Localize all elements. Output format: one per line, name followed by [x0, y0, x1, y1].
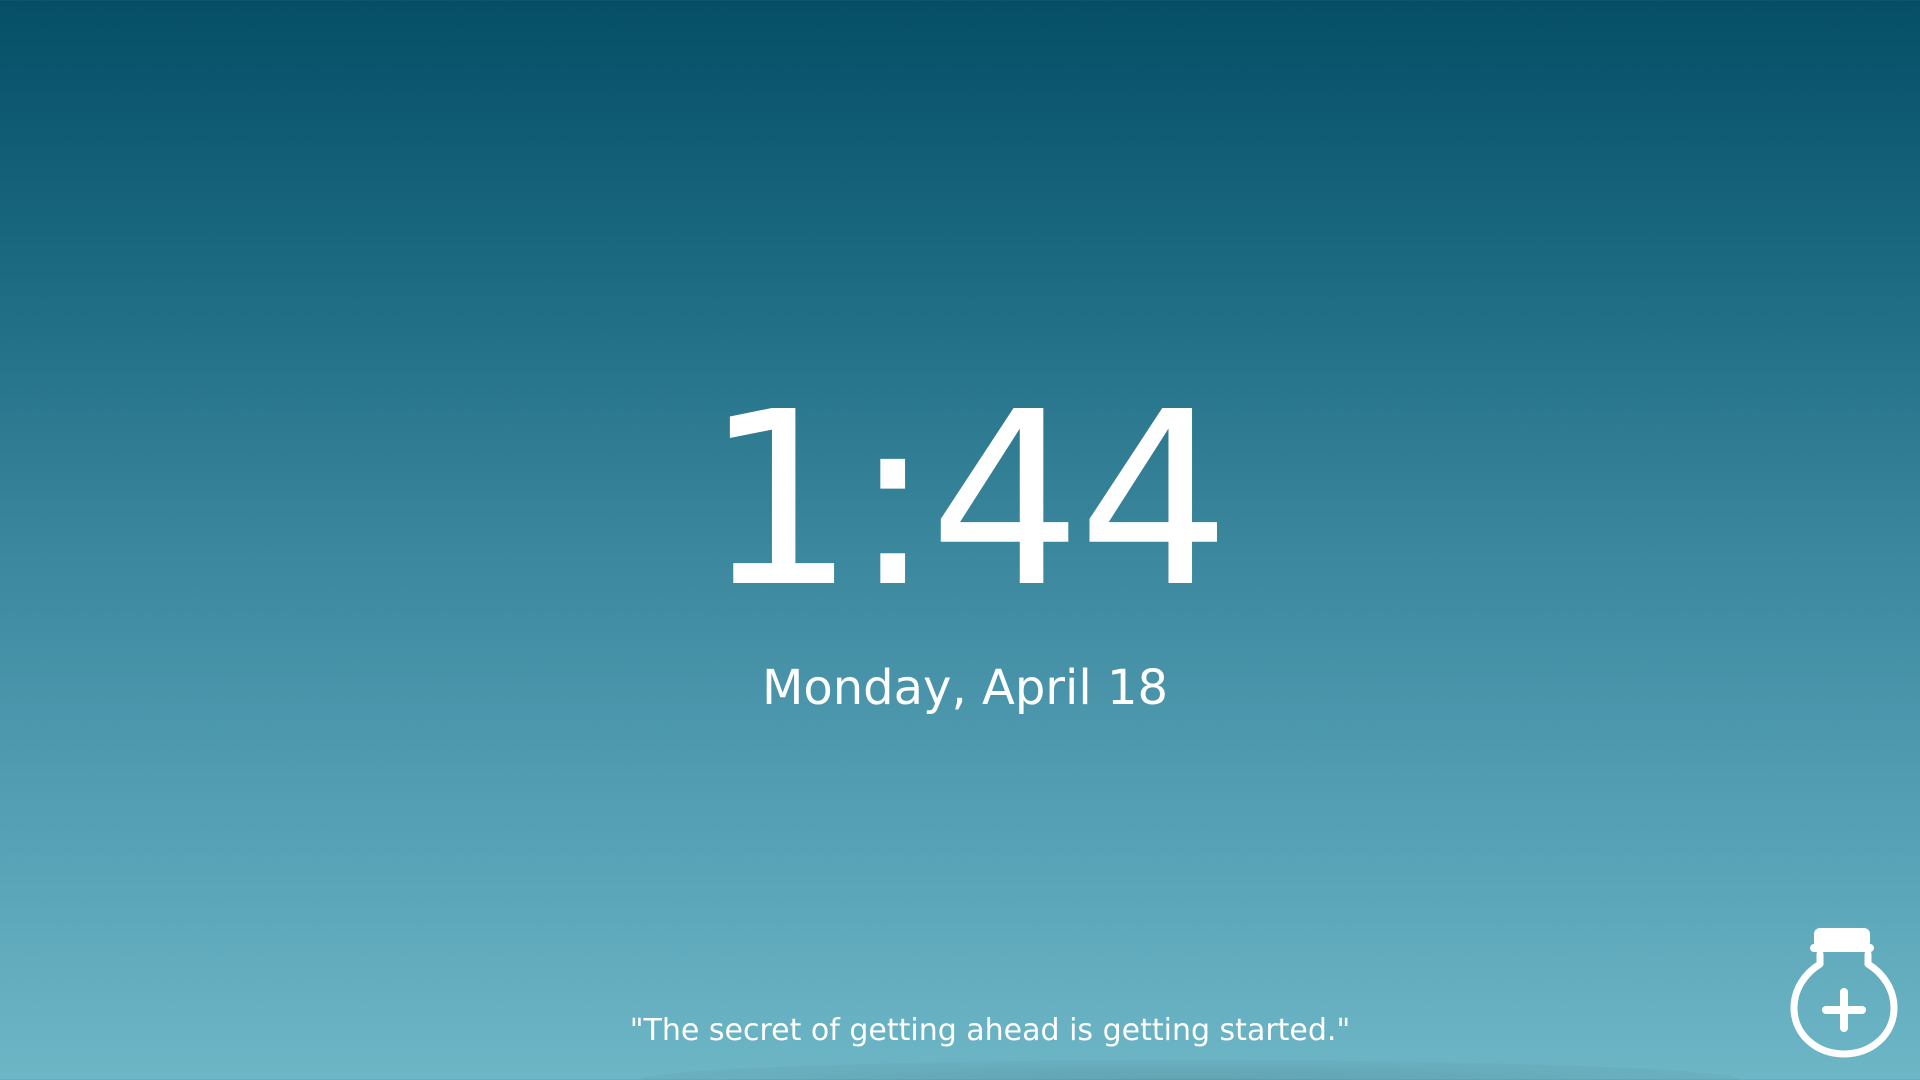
clock-widget: 1:44 Monday, April 18: [0, 380, 1920, 712]
add-jar-button[interactable]: [1790, 926, 1898, 1060]
clock-time: 1:44: [703, 360, 1231, 640]
motivational-quote: "The secret of getting ahead is getting …: [629, 1013, 1351, 1048]
quote-shadow: [640, 1060, 1740, 1080]
jar-plus-icon: [1790, 928, 1898, 1058]
clock-date: Monday, April 18: [761, 660, 1169, 716]
